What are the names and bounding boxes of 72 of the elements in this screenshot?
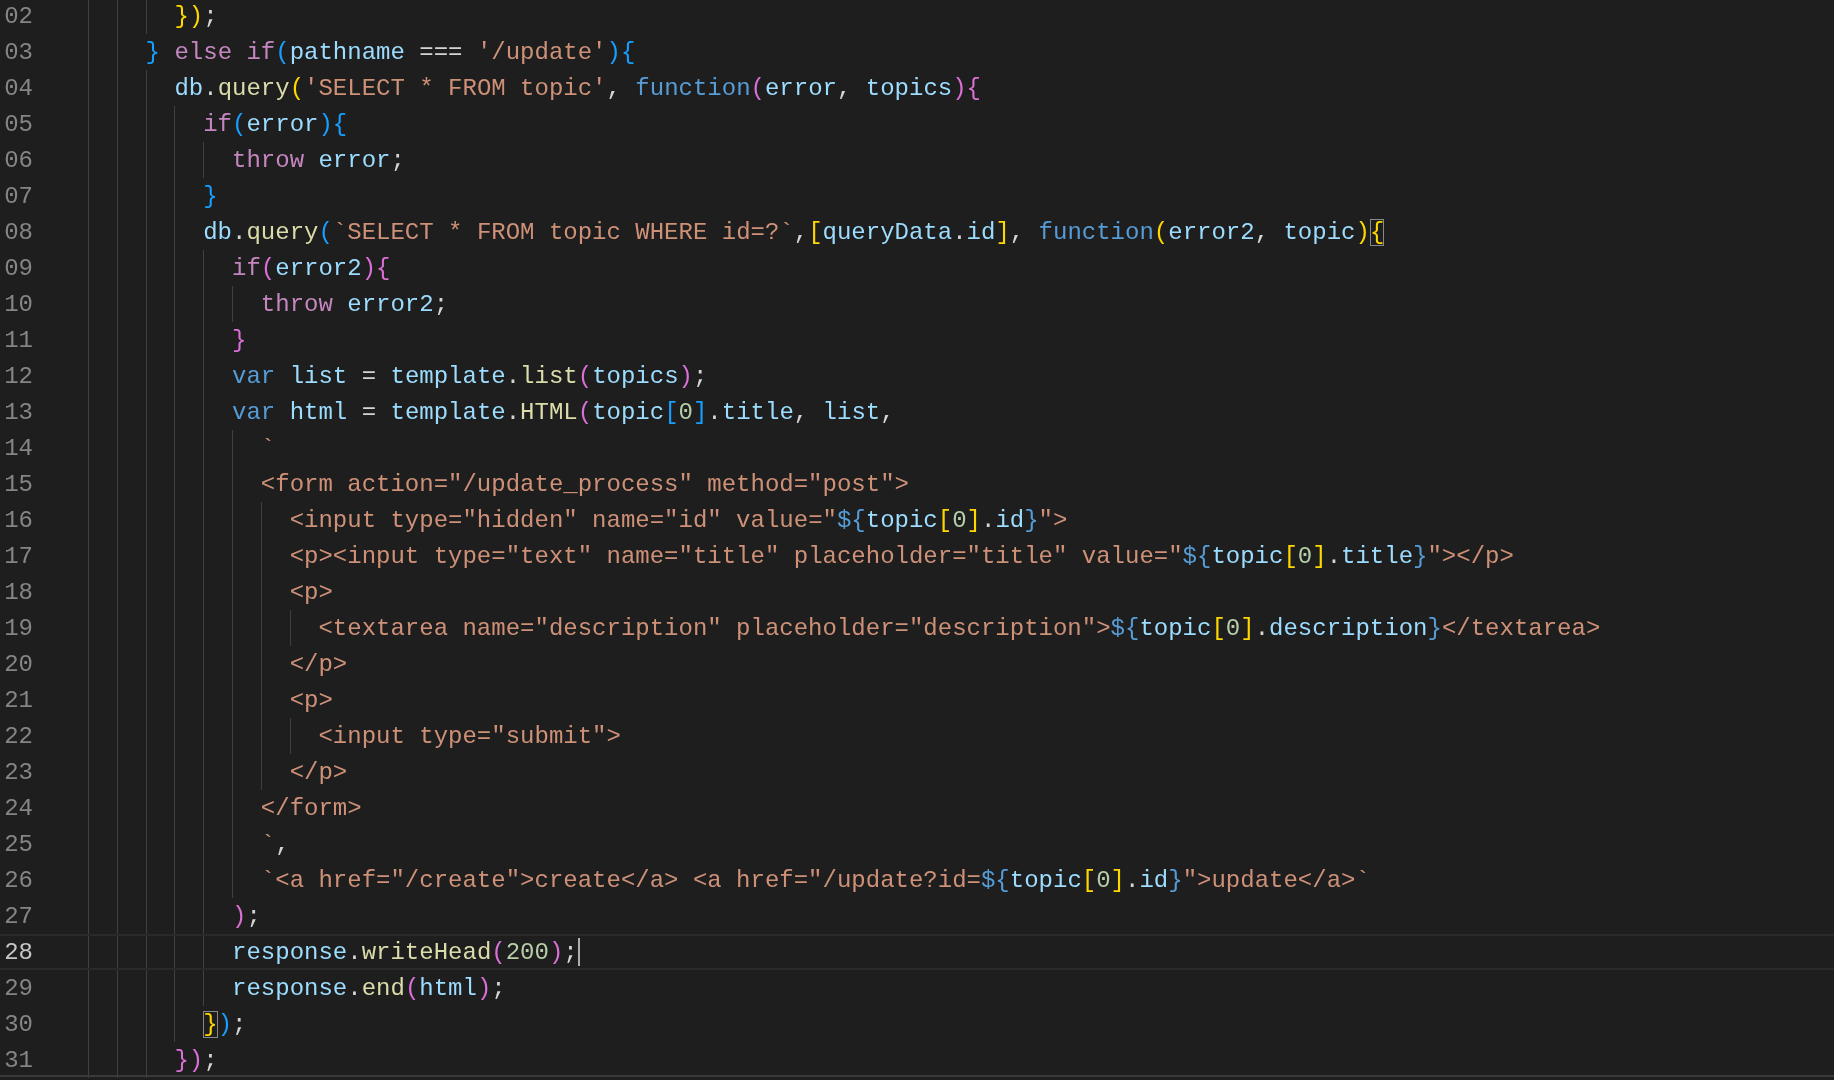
- line-number: 12: [3, 362, 33, 390]
- code-line: response.writeHead(200);: [232, 938, 578, 966]
- indent-guide: [232, 286, 233, 322]
- indent-guide: [174, 936, 176, 968]
- code-line: if(error2){: [232, 254, 391, 282]
- indent-guide: [116, 936, 118, 968]
- code-line: </p>: [289, 650, 348, 678]
- line-number: 19: [3, 614, 33, 642]
- code-line: }: [203, 182, 218, 210]
- code-line: <p><input type="text" name="title" placeholder="title" value="${topic[0].title}"></p>: [289, 542, 1514, 570]
- line-number: 13: [3, 398, 33, 426]
- code-line: );: [232, 902, 261, 930]
- line-number: 27: [3, 902, 33, 930]
- code-line: `: [260, 434, 276, 462]
- line-number: 16: [3, 506, 33, 534]
- line-number: 14: [3, 434, 33, 462]
- line-number: 09: [3, 254, 33, 282]
- line-number: 25: [3, 830, 33, 858]
- line-number: 18: [3, 578, 33, 606]
- line-number: 20: [3, 650, 33, 678]
- line-number: 10: [3, 290, 33, 318]
- code-line: <form action="/update_process" method="post">: [260, 470, 909, 498]
- code-line: var list = template.list(topics);: [232, 362, 708, 390]
- indent-guide: [88, 936, 89, 968]
- line-number: 23: [3, 758, 33, 786]
- code-line: });: [174, 1046, 218, 1074]
- indent-guide: [203, 936, 205, 968]
- line-number: 28: [3, 938, 33, 966]
- line-number: 29: [3, 974, 33, 1002]
- code-line: db.query('SELECT * FROM topic', function(error, topics){: [174, 74, 981, 102]
- line-number: 03: [3, 38, 33, 66]
- line-number: 21: [3, 686, 33, 714]
- code-line: </form>: [260, 794, 362, 822]
- indent-guide: [203, 142, 205, 178]
- line-number: 06: [3, 146, 33, 174]
- code-line: } else if(pathname === '/update'){: [145, 38, 636, 66]
- line-number: 22: [3, 722, 33, 750]
- code-line: db.query(`SELECT * FROM topic WHERE id=?`,[queryData.id], function(error2, topic){: [203, 218, 1385, 246]
- code-line: }: [232, 326, 247, 354]
- line-number: 17: [3, 542, 33, 570]
- code-line: });: [174, 2, 218, 30]
- line-number: 31: [3, 1046, 33, 1074]
- line-number: 24: [3, 794, 33, 822]
- code-line: `<a href="/create">create</a> <a href="/update?id=${topic[0].id}">update</a>`: [260, 866, 1370, 894]
- indent-guide: [145, 936, 147, 968]
- code-line: throw error2;: [260, 290, 449, 318]
- indent-guide: [289, 610, 291, 646]
- code-line: var html = template.HTML(topic[0].title, list,: [232, 398, 895, 426]
- code-line: response.end(html);: [232, 974, 506, 1002]
- line-number: 30: [3, 1010, 33, 1038]
- code-line: <input type="hidden" name="id" value="${topic[0].id}">: [289, 506, 1068, 534]
- indent-guide: [145, 0, 147, 34]
- code-line: <textarea name="description" placeholder="description">${topic[0].description}</textarea>: [318, 614, 1601, 642]
- code-line: if(error){: [203, 110, 348, 138]
- code-line: throw error;: [232, 146, 405, 174]
- line-number: 04: [3, 74, 33, 102]
- text-cursor: [577, 938, 580, 966]
- line-number: 11: [3, 326, 33, 354]
- indent-guide: [289, 718, 291, 754]
- line-number: 26: [3, 866, 33, 894]
- code-line: });: [203, 1010, 247, 1038]
- code-line: <input type="submit">: [318, 722, 621, 750]
- code-line: <p>: [289, 686, 333, 714]
- line-number: 08: [3, 218, 33, 246]
- line-number: 02: [3, 2, 33, 30]
- line-number: 07: [3, 182, 33, 210]
- line-number: 05: [3, 110, 33, 138]
- line-number: 15: [3, 470, 33, 498]
- code-line: `,: [260, 830, 290, 858]
- code-line: </p>: [289, 758, 348, 786]
- code-line: <p>: [289, 578, 333, 606]
- indent-guide: [203, 970, 205, 1006]
